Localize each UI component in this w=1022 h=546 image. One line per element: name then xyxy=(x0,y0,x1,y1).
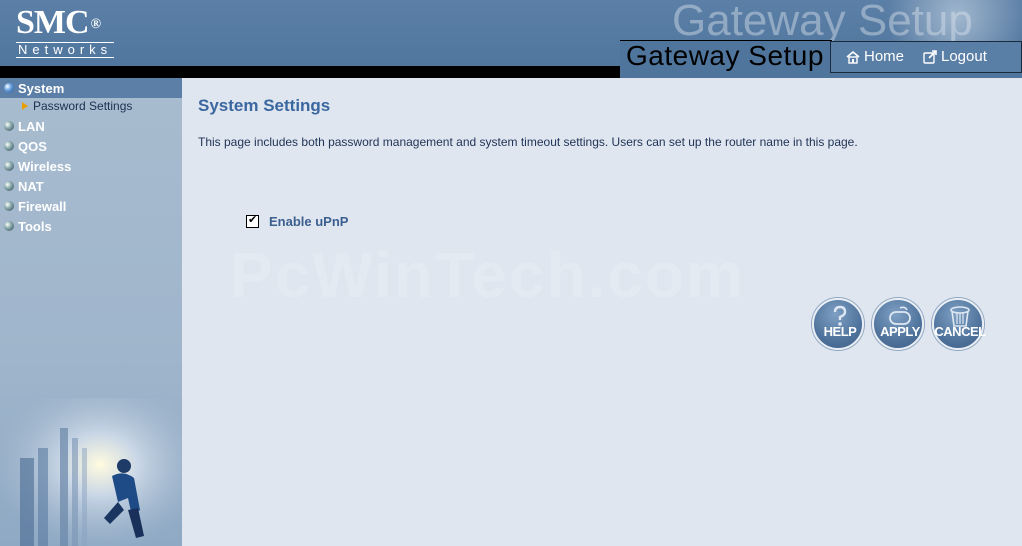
sidebar-item-nat[interactable]: NAT xyxy=(0,176,182,196)
home-link-label: Home xyxy=(864,48,905,65)
sidebar-subitem-password-settings[interactable]: Password Settings xyxy=(22,98,132,114)
logo-subtitle: Networks xyxy=(16,42,114,58)
sidebar-item-label: System xyxy=(18,80,65,96)
cancel-button-label: CANCEL xyxy=(934,324,986,339)
bullet-icon xyxy=(4,201,14,211)
apply-button[interactable]: APPLY xyxy=(872,298,924,350)
home-icon xyxy=(846,50,860,64)
sidebar-item-tools[interactable]: Tools xyxy=(0,216,182,236)
sidebar-item-qos[interactable]: QOS xyxy=(0,136,182,156)
sidebar-item-label: Wireless xyxy=(18,158,72,174)
sidebar-item-lan[interactable]: LAN xyxy=(0,116,182,136)
logo-registered: ® xyxy=(90,17,102,32)
page-title: System Settings xyxy=(198,96,331,115)
sidebar-item-system[interactable]: System xyxy=(0,78,182,98)
page-header-title: Gateway Setup xyxy=(626,40,824,71)
sidebar-item-label: Tools xyxy=(18,218,52,234)
logo-text: SMC xyxy=(16,4,90,41)
bullet-icon xyxy=(4,161,14,171)
bullet-icon xyxy=(4,121,14,131)
sidebar-illustration xyxy=(0,398,182,546)
sidebar-subitem-label: Password Settings xyxy=(33,99,133,113)
sidebar-item-label: LAN xyxy=(18,118,45,134)
help-button[interactable]: HELP xyxy=(812,298,864,350)
sidebar-item-firewall[interactable]: Firewall xyxy=(0,196,182,216)
logout-link[interactable]: Logout xyxy=(922,48,987,65)
home-link[interactable]: Home xyxy=(845,48,904,65)
arrow-right-icon xyxy=(22,102,28,110)
bullet-icon xyxy=(4,181,14,191)
enable-upnp-checkbox[interactable] xyxy=(246,213,259,228)
bullet-icon xyxy=(4,83,14,93)
bullet-icon xyxy=(4,221,14,231)
header-decoration xyxy=(860,0,1022,42)
page-description: This page includes both password managem… xyxy=(198,135,858,149)
help-button-label: HELP xyxy=(823,324,857,339)
apply-button-label: APPLY xyxy=(880,324,920,339)
enable-upnp-row[interactable]: Enable uPnP xyxy=(246,213,349,229)
sidebar-item-wireless[interactable]: Wireless xyxy=(0,156,182,176)
cancel-button[interactable]: CANCEL xyxy=(932,298,986,350)
sidebar-item-label: QOS xyxy=(18,138,47,154)
sidebar-item-label: Firewall xyxy=(18,198,67,214)
sidebar-item-label: NAT xyxy=(18,178,44,194)
bullet-icon xyxy=(4,141,14,151)
header-black-bar xyxy=(0,66,620,78)
watermark: PcWinTech.com xyxy=(230,239,745,311)
logout-link-label: Logout xyxy=(941,48,987,65)
smc-logo: SMC ® Networks xyxy=(16,6,114,58)
logout-icon xyxy=(923,49,937,64)
enable-upnp-label: Enable uPnP xyxy=(269,214,349,229)
